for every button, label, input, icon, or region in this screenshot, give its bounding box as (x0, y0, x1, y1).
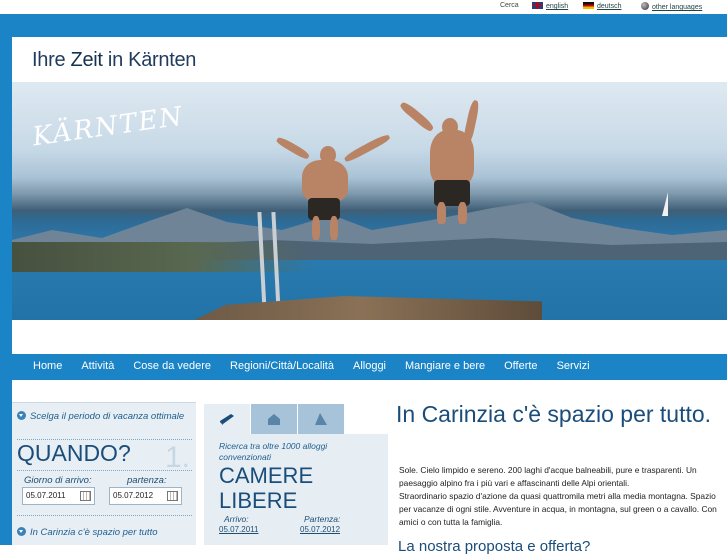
departure-date-input[interactable]: 05.07.2012 (109, 487, 182, 505)
divider (17, 515, 192, 516)
accommodation-tabs (204, 404, 344, 434)
site-title[interactable]: Ihre Zeit in Kärnten (32, 49, 196, 72)
lang-deutsch-link[interactable]: deutsch (583, 2, 622, 10)
jumper-head (442, 118, 458, 136)
uk-flag-icon (532, 2, 543, 9)
arrival-date-input[interactable]: 05.07.2011 (22, 487, 95, 505)
jumper-arm (398, 100, 436, 133)
arrival-date-value: 05.07.2011 (26, 491, 66, 500)
nav-home[interactable]: Home (33, 354, 62, 380)
rooms-departure-label: Partenza: (304, 514, 341, 524)
globe-icon (641, 2, 649, 10)
chevron-down-icon (17, 411, 26, 420)
period-heading[interactable]: Scelga il periodo di vacanza ottimale (17, 411, 187, 423)
bed-icon (220, 414, 234, 425)
calendar-icon[interactable] (167, 491, 178, 501)
rooms-subheading: Ricerca tra oltre 1000 alloggi convenzio… (219, 441, 328, 462)
jumper-body (302, 160, 348, 202)
tab-camping[interactable] (298, 404, 344, 434)
jumper-leg (312, 216, 320, 240)
rooms-title-line2: LIBERE (219, 488, 298, 513)
rooms-title-line1: CAMERE (219, 463, 314, 488)
main-paragraph: Sole. Cielo limpido e sereno. 200 laghi … (399, 464, 724, 529)
lang-english-link[interactable]: english (532, 2, 568, 10)
rooms-arrival-label: Arrivo: (224, 514, 249, 524)
period-footer-text: In Carinzia c'è spazio per tutto (30, 527, 158, 538)
tab-rooms[interactable] (204, 404, 250, 434)
chevron-down-icon (17, 527, 26, 536)
top-bar: Cerca english deutsch other languages (0, 0, 727, 14)
tent-icon (315, 413, 327, 425)
nav-regioni[interactable]: Regioni/Città/Località (230, 354, 334, 380)
title-bold: Zeit (70, 49, 103, 71)
main-nav: Home Attività Cose da vedere Regioni/Cit… (12, 354, 727, 380)
lang-other-link[interactable]: other languages (641, 2, 702, 11)
jumper-arm (343, 132, 391, 164)
title-part1: Ihre (32, 49, 71, 71)
period-search-box: Scelga il periodo di vacanza ottimale QU… (12, 402, 196, 545)
arrival-label: Giorno di arrivo: (24, 475, 92, 486)
jumper-leg (437, 202, 446, 224)
rooms-departure-date[interactable]: 05.07.2012 (300, 525, 340, 534)
nav-cose-da-vedere[interactable]: Cose da vedere (133, 354, 211, 380)
lang-deutsch-label: deutsch (597, 3, 622, 10)
title-part2: in Kärnten (102, 49, 197, 71)
austria-flag-icon (583, 2, 594, 9)
offers-subheading: La nostra proposta e offerta? (398, 538, 591, 555)
jumper-leg (330, 216, 338, 240)
nav-alloggi[interactable]: Alloggi (353, 354, 386, 380)
wooden-dock (182, 296, 542, 320)
nav-attivita[interactable]: Attività (81, 354, 114, 380)
house-icon (268, 414, 280, 425)
lang-english-label: english (546, 3, 569, 10)
paragraph-line2: Straordinario spazio d'azione da quasi q… (399, 491, 717, 527)
jumper-leg (458, 202, 467, 224)
period-footer-link[interactable]: In Carinzia c'è spazio per tutto (17, 527, 158, 538)
nav-offerte[interactable]: Offerte (504, 354, 537, 380)
quando-title: QUANDO? (17, 440, 131, 466)
rooms-arrival-date[interactable]: 05.07.2011 (219, 525, 258, 534)
hero-image: KÄRNTEN (12, 82, 727, 320)
departure-label: partenza: (127, 475, 167, 486)
calendar-icon[interactable] (80, 491, 91, 501)
main-heading: In Carinzia c'è spazio per tutto. (396, 401, 712, 427)
rooms-title: CAMERE LIBERE (219, 463, 379, 513)
lang-other-label: other languages (652, 4, 703, 11)
jumper-arm (462, 99, 481, 143)
nav-mangiare[interactable]: Mangiare e bere (405, 354, 485, 380)
tab-houses[interactable] (251, 404, 297, 434)
search-link[interactable]: Cerca (500, 2, 519, 9)
paragraph-line1: Sole. Cielo limpido e sereno. 200 laghi … (399, 465, 697, 488)
departure-date-value: 05.07.2012 (113, 491, 154, 500)
rooms-search-box: Ricerca tra oltre 1000 alloggi convenzio… (204, 434, 388, 545)
nav-servizi[interactable]: Servizi (557, 354, 590, 380)
divider (17, 470, 192, 471)
karnten-logo: KÄRNTEN (30, 101, 186, 153)
sailboat-graphic (662, 192, 668, 216)
jumper-head (320, 146, 336, 164)
shoreline-trees (12, 242, 312, 272)
period-heading-text: Scelga il periodo di vacanza ottimale (30, 411, 185, 422)
jumper-arm (275, 135, 311, 161)
